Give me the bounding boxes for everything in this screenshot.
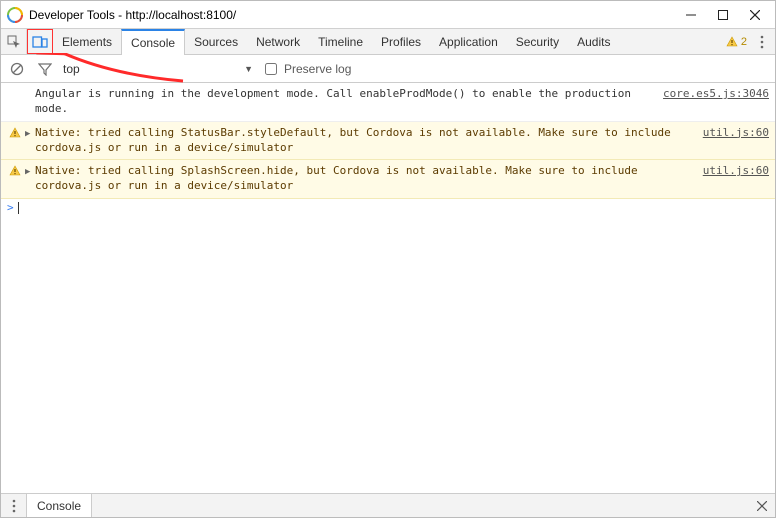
log-source-link[interactable]: core.es5.js:3046 xyxy=(663,87,769,117)
filter-button[interactable] xyxy=(35,59,55,79)
prompt-chevron-icon: > xyxy=(7,201,14,214)
tab-console[interactable]: Console xyxy=(121,29,185,55)
console-toolbar: top ▼ Preserve log xyxy=(1,55,775,83)
warning-icon xyxy=(726,36,738,48)
context-label: top xyxy=(63,62,80,76)
devtools-menu-button[interactable] xyxy=(755,35,769,49)
tab-sources[interactable]: Sources xyxy=(185,29,247,54)
log-message: Native: tried calling StatusBar.styleDef… xyxy=(35,126,703,156)
console-output: Angular is running in the development mo… xyxy=(1,83,775,493)
drawer-tab-console[interactable]: Console xyxy=(27,494,92,517)
drawer-menu-button[interactable] xyxy=(1,494,27,517)
tab-audits[interactable]: Audits xyxy=(568,29,619,54)
log-row: ▶ Native: tried calling StatusBar.styleD… xyxy=(1,122,775,161)
log-source-link[interactable]: util.js:60 xyxy=(703,164,769,194)
console-prompt[interactable]: > xyxy=(1,199,775,216)
preserve-log-label: Preserve log xyxy=(284,62,351,76)
warning-count-badge[interactable]: 2 xyxy=(726,36,747,48)
log-row: Angular is running in the development mo… xyxy=(1,83,775,122)
window-title: Developer Tools - http://localhost:8100/ xyxy=(29,8,675,22)
device-toolbar-toggle[interactable] xyxy=(27,29,53,54)
warning-icon xyxy=(5,164,25,194)
app-icon xyxy=(7,7,23,23)
tab-timeline[interactable]: Timeline xyxy=(309,29,372,54)
tab-profiles[interactable]: Profiles xyxy=(372,29,430,54)
log-source-link[interactable]: util.js:60 xyxy=(703,126,769,156)
context-selector[interactable]: top ▼ xyxy=(63,62,253,76)
expand-icon[interactable]: ▶ xyxy=(25,164,35,194)
warning-icon xyxy=(5,126,25,156)
maximize-button[interactable] xyxy=(707,4,739,26)
window-titlebar: Developer Tools - http://localhost:8100/ xyxy=(1,1,775,29)
devtools-tabbar: Elements Console Sources Network Timelin… xyxy=(1,29,775,55)
minimize-button[interactable] xyxy=(675,4,707,26)
chevron-down-icon: ▼ xyxy=(244,64,253,74)
drawer-bar: Console xyxy=(1,493,775,517)
expand-icon[interactable]: ▶ xyxy=(25,126,35,156)
clear-console-button[interactable] xyxy=(7,59,27,79)
warning-count: 2 xyxy=(741,36,747,48)
text-cursor xyxy=(18,202,19,214)
log-message: Native: tried calling SplashScreen.hide,… xyxy=(35,164,703,194)
tab-network[interactable]: Network xyxy=(247,29,309,54)
tab-application[interactable]: Application xyxy=(430,29,507,54)
log-row: ▶ Native: tried calling SplashScreen.hid… xyxy=(1,160,775,199)
close-button[interactable] xyxy=(739,4,771,26)
log-message: Angular is running in the development mo… xyxy=(35,87,663,117)
drawer-close-button[interactable] xyxy=(749,494,775,517)
inspect-element-button[interactable] xyxy=(1,29,27,54)
preserve-log-checkbox[interactable] xyxy=(265,63,277,75)
tab-elements[interactable]: Elements xyxy=(53,29,121,54)
tab-security[interactable]: Security xyxy=(507,29,568,54)
